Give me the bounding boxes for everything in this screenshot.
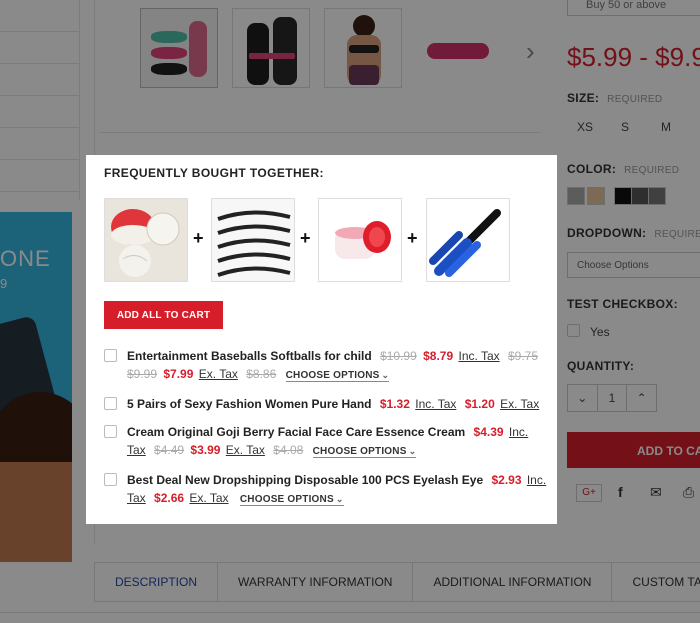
- list-item: Best Deal New Dropshipping Disposable 10…: [104, 471, 549, 509]
- chevron-down-icon: ⌄: [408, 446, 417, 456]
- inc-tax-label: Inc. Tax: [458, 349, 500, 363]
- inc-tax-label: Inc. Tax: [415, 397, 457, 411]
- item-name[interactable]: 5 Pairs of Sexy Fashion Women Pure Hand: [127, 397, 372, 411]
- choose-options-link[interactable]: CHOOSE OPTIONS ⌄: [285, 370, 390, 382]
- item-price-ex-tax: $7.99: [163, 367, 194, 381]
- bundle-item-list: Entertainment Baseballs Softballs for ch…: [104, 347, 549, 519]
- modal-title: FREQUENTLY BOUGHT TOGETHER:: [104, 166, 324, 180]
- item-old-price: $8.86: [246, 367, 277, 381]
- item-name[interactable]: Entertainment Baseballs Softballs for ch…: [127, 349, 372, 363]
- item-old-price: $10.99: [380, 349, 417, 363]
- list-item: 5 Pairs of Sexy Fashion Women Pure Hand …: [104, 395, 549, 413]
- plus-icon: +: [407, 228, 418, 248]
- item-price-ex-tax: $2.66: [154, 491, 185, 505]
- plus-icon: +: [300, 228, 311, 248]
- item-old-price: $9.99: [127, 367, 158, 381]
- product-image-baseballs[interactable]: [104, 198, 188, 282]
- item-checkbox[interactable]: [104, 397, 117, 410]
- product-image-eyelash-brushes[interactable]: [426, 198, 510, 282]
- item-checkbox[interactable]: [104, 425, 117, 438]
- item-price-ex-tax: $3.99: [190, 443, 221, 457]
- list-item: Cream Original Goji Berry Facial Face Ca…: [104, 423, 549, 461]
- item-price-ex-tax: $1.20: [464, 397, 495, 411]
- chevron-down-icon: ⌄: [335, 494, 344, 504]
- item-checkbox[interactable]: [104, 473, 117, 486]
- product-image-eyelashes[interactable]: [211, 198, 295, 282]
- list-item: Entertainment Baseballs Softballs for ch…: [104, 347, 549, 385]
- chevron-down-icon: ⌄: [381, 370, 390, 380]
- ex-tax-label: Ex. Tax: [225, 443, 265, 457]
- choose-options-link[interactable]: CHOOSE OPTIONS ⌄: [239, 494, 344, 506]
- frequently-bought-together-modal: FREQUENTLY BOUGHT TOGETHER: + + + ADD AL…: [86, 155, 557, 524]
- choose-options-link[interactable]: CHOOSE OPTIONS ⌄: [312, 446, 417, 458]
- item-price-inc-tax: $8.79: [423, 349, 454, 363]
- product-image-cream[interactable]: [318, 198, 402, 282]
- add-all-to-cart-button[interactable]: ADD ALL TO CART: [104, 301, 223, 329]
- item-name[interactable]: Best Deal New Dropshipping Disposable 10…: [127, 473, 483, 487]
- ex-tax-label: Ex. Tax: [198, 367, 238, 381]
- ex-tax-label: Ex. Tax: [500, 397, 540, 411]
- plus-icon: +: [193, 228, 204, 248]
- item-price-inc-tax: $4.39: [473, 425, 504, 439]
- ex-tax-label: Ex. Tax: [189, 491, 229, 505]
- item-price-inc-tax: $1.32: [379, 397, 410, 411]
- item-old-price: $4.08: [273, 443, 304, 457]
- item-checkbox[interactable]: [104, 349, 117, 362]
- item-old-price: $4.49: [154, 443, 185, 457]
- item-name[interactable]: Cream Original Goji Berry Facial Face Ca…: [127, 425, 465, 439]
- item-old-price: $9.75: [507, 349, 538, 363]
- item-price-inc-tax: $2.93: [491, 473, 522, 487]
